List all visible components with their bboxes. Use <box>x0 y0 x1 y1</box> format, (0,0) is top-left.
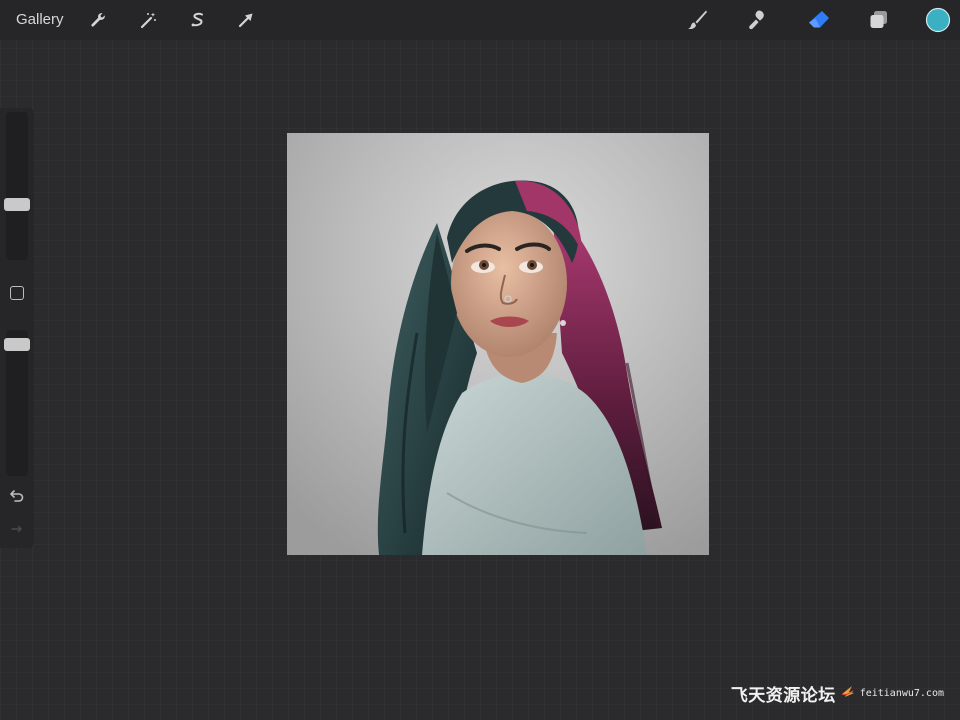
watermark: 飞天资源论坛 feitianwu7.com <box>731 681 944 706</box>
transform-arrow-icon <box>236 10 256 30</box>
procreate-app: Gallery 飞天资源论坛 feitianwu7.com <box>0 0 960 720</box>
brush-icon <box>685 8 709 32</box>
wrench-icon <box>88 10 108 30</box>
top-toolbar: Gallery <box>0 0 960 40</box>
brush-size-slider[interactable] <box>4 112 30 260</box>
color-swatch-icon <box>925 7 951 33</box>
redo-icon <box>9 521 25 539</box>
watermark-chinese-text: 飞天资源论坛 <box>730 686 836 706</box>
opacity-thumb[interactable] <box>4 338 30 351</box>
transform-button[interactable] <box>233 7 259 33</box>
watermark-logo-icon <box>840 684 856 703</box>
opacity-slider[interactable] <box>4 330 30 476</box>
magic-wand-icon <box>138 10 158 30</box>
undo-icon <box>9 489 25 508</box>
watermark-url: feitianwu7.com <box>859 688 944 699</box>
actions-button[interactable] <box>85 7 111 33</box>
drawing-canvas[interactable] <box>287 133 709 555</box>
selection-button[interactable] <box>185 7 211 33</box>
smudge-icon <box>745 8 769 32</box>
brush-size-thumb[interactable] <box>4 198 30 211</box>
portrait-artwork <box>287 133 709 555</box>
smudge-button[interactable] <box>744 7 770 33</box>
paint-button[interactable] <box>684 7 710 33</box>
layers-icon <box>868 9 890 31</box>
gallery-button[interactable]: Gallery <box>16 10 64 30</box>
adjustments-button[interactable] <box>135 7 161 33</box>
selection-icon <box>188 10 208 30</box>
undo-button[interactable] <box>7 489 27 508</box>
modify-button[interactable] <box>10 286 24 300</box>
eraser-icon <box>806 8 832 32</box>
redo-button[interactable] <box>7 522 27 538</box>
sidebar <box>0 108 34 548</box>
color-button[interactable] <box>925 7 951 33</box>
layers-button[interactable] <box>866 7 892 33</box>
erase-button[interactable] <box>806 7 832 33</box>
